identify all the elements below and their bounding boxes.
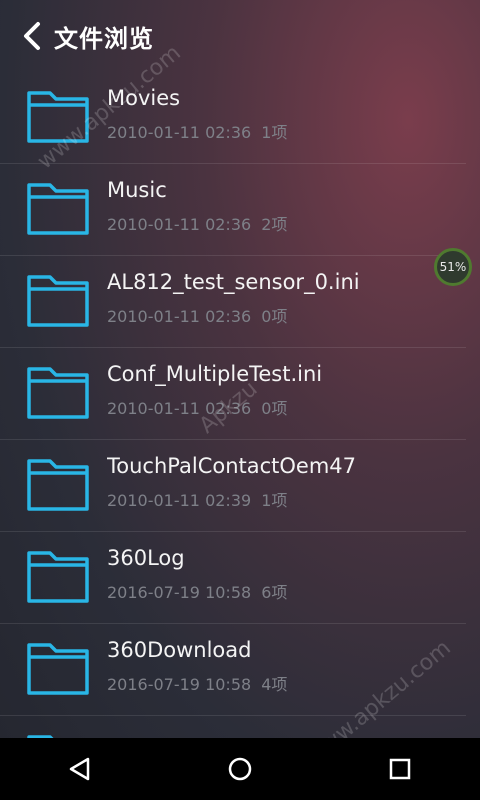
file-name: Movies (107, 86, 181, 110)
folder-icon (27, 735, 54, 738)
file-date: 2010-01-11 02:36 (107, 215, 252, 234)
file-item-al812[interactable]: AL812_test_sensor_0.ini 2010-01-11 02:36… (0, 256, 466, 348)
nav-back-button[interactable] (40, 738, 120, 800)
file-count: 1项 (261, 123, 288, 142)
app-header: 文件浏览 (0, 0, 480, 72)
file-item-360download[interactable]: 360Download 2016-07-19 10:58 4项 (0, 624, 466, 716)
scrollbar[interactable] (466, 72, 480, 738)
file-item-conf[interactable]: Conf_MultipleTest.ini 2010-01-11 02:36 0项 (0, 348, 466, 440)
file-date: 2016-07-19 10:58 (107, 583, 252, 602)
triangle-back-icon (69, 757, 90, 781)
file-count: 0项 (261, 399, 288, 418)
file-date: 2010-01-11 02:36 (107, 307, 252, 326)
nav-recent-button[interactable] (360, 738, 440, 800)
square-recent-icon (389, 758, 411, 780)
folder-icon (27, 643, 89, 695)
folder-icon (27, 183, 89, 235)
chevron-left-icon (24, 22, 40, 50)
file-date: 2010-01-11 02:39 (107, 491, 252, 510)
file-name: 360Log (107, 546, 185, 570)
file-item-partial[interactable] (0, 716, 466, 738)
file-name: Music (107, 178, 167, 202)
file-date: 2010-01-11 02:36 (107, 123, 252, 142)
folder-icon (27, 275, 89, 327)
file-item-music[interactable]: Music 2010-01-11 02:36 2项 (0, 164, 466, 256)
file-count: 4项 (261, 675, 288, 694)
back-button[interactable] (10, 0, 54, 72)
file-name: TouchPalContactOem47 (107, 454, 357, 478)
file-count: 6项 (261, 583, 288, 602)
page-title: 文件浏览 (54, 24, 154, 53)
file-name: Conf_MultipleTest.ini (107, 362, 323, 386)
file-list: Movies 2010-01-11 02:36 1项 Music 2010-01-… (0, 72, 466, 738)
file-count: 0项 (261, 307, 288, 326)
folder-icon (27, 459, 89, 511)
file-item-movies[interactable]: Movies 2010-01-11 02:36 1项 (0, 72, 466, 164)
system-navbar (0, 738, 480, 800)
folder-icon (27, 91, 89, 143)
file-date: 2016-07-19 10:58 (107, 675, 252, 694)
file-count: 1项 (261, 491, 288, 510)
file-date: 2010-01-11 02:36 (107, 399, 252, 418)
folder-icon (27, 367, 89, 419)
nav-home-button[interactable] (200, 738, 280, 800)
memory-badge[interactable]: 51% (434, 248, 472, 286)
file-count: 2项 (261, 215, 288, 234)
file-name: 360Download (107, 638, 252, 662)
folder-icon (27, 551, 89, 603)
file-item-360log[interactable]: 360Log 2016-07-19 10:58 6项 (0, 532, 466, 624)
file-name: AL812_test_sensor_0.ini (107, 270, 360, 294)
file-item-touchpal[interactable]: TouchPalContactOem47 2010-01-11 02:39 1项 (0, 440, 466, 532)
circle-home-icon (228, 757, 252, 781)
